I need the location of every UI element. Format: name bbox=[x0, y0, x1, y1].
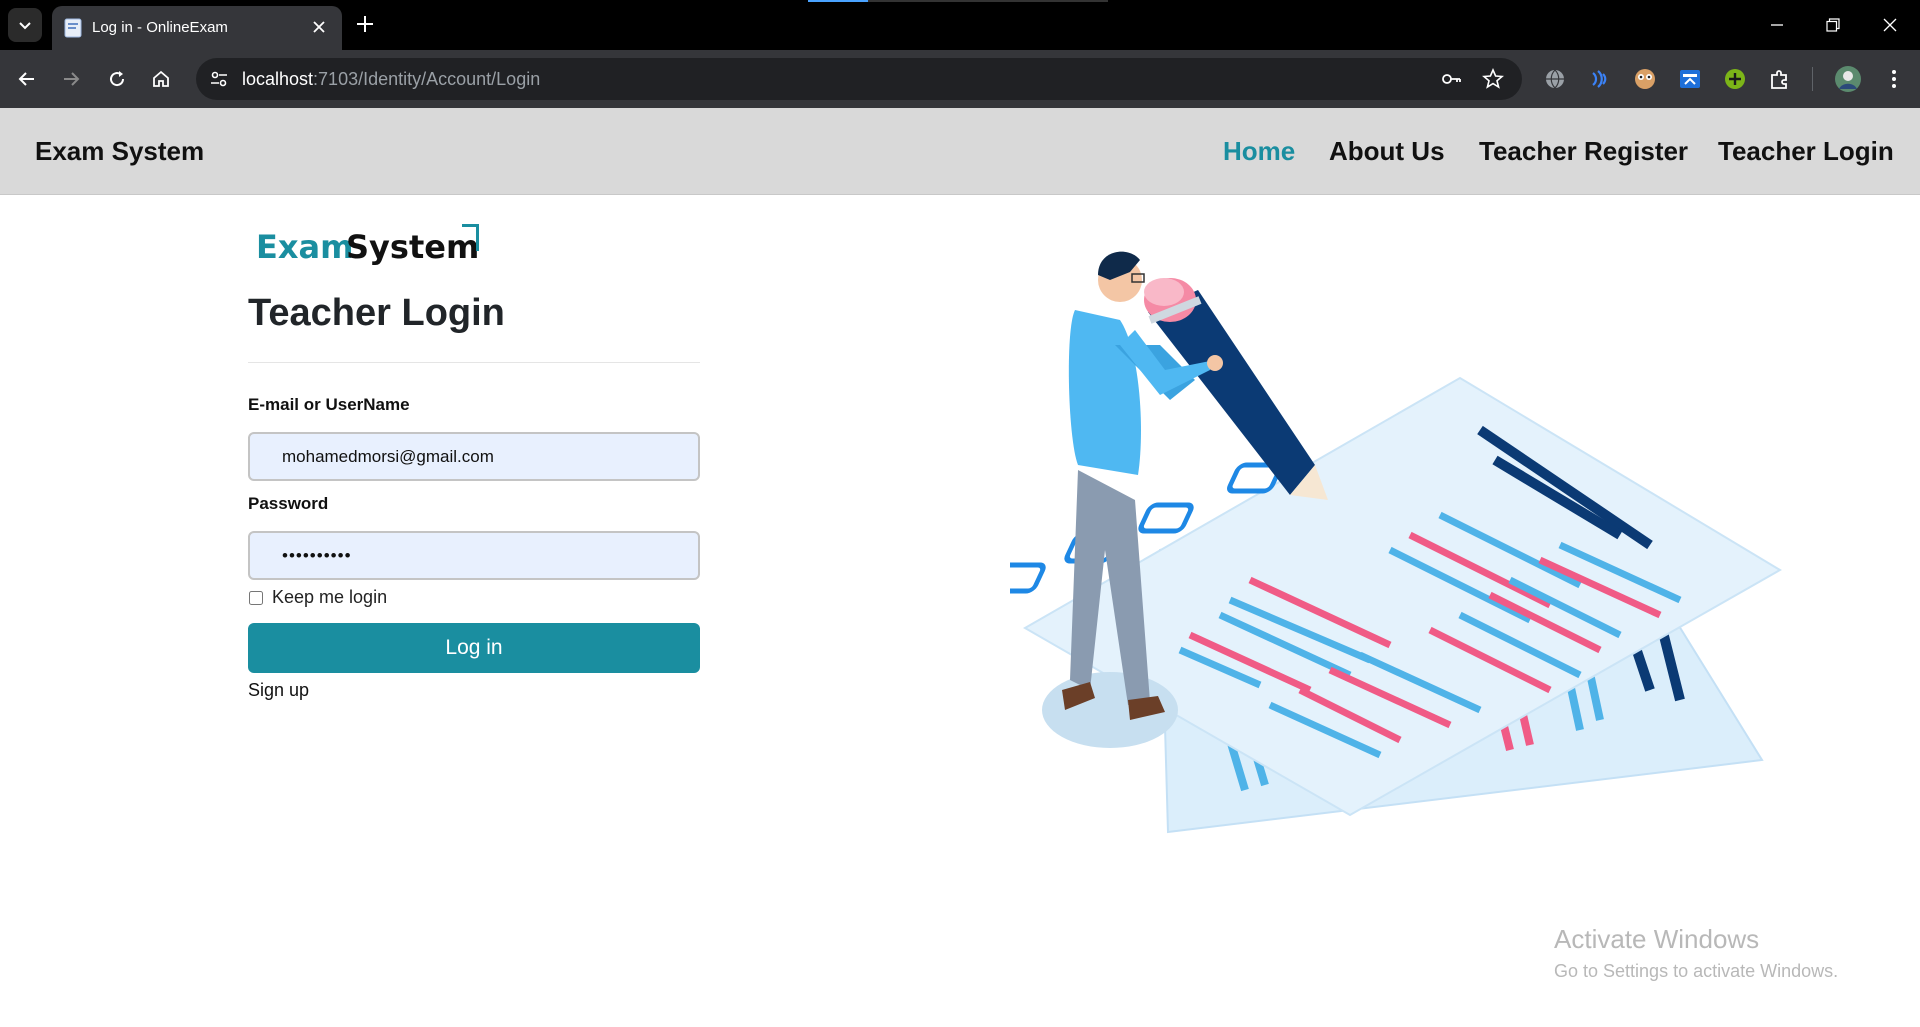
close-icon bbox=[1883, 18, 1897, 32]
restore-window-button[interactable] bbox=[1820, 12, 1846, 38]
toolbar-divider bbox=[1812, 67, 1813, 91]
password-label: Password bbox=[248, 494, 329, 513]
face-extension-icon[interactable] bbox=[1633, 67, 1657, 91]
arrow-right-icon bbox=[64, 72, 80, 86]
keep-me-login-checkbox[interactable] bbox=[249, 591, 263, 605]
keep-me-login-label[interactable]: Keep me login bbox=[272, 587, 387, 608]
logo-corner-mark bbox=[462, 224, 479, 251]
browser-tab-active[interactable]: Log in - OnlineExam bbox=[52, 6, 342, 50]
url-host: localhost bbox=[242, 69, 314, 89]
signal-extension-icon[interactable] bbox=[1588, 67, 1612, 91]
site-navbar: Exam System Home About Us Teacher Regist… bbox=[0, 108, 1920, 195]
reload-button[interactable] bbox=[102, 64, 132, 94]
loading-indicator bbox=[808, 0, 868, 2]
browser-toolbar: localhost:7103/Identity/Account/Login bbox=[0, 50, 1920, 108]
exam-illustration bbox=[1010, 251, 1782, 834]
url-path: :7103/Identity/Account/Login bbox=[313, 69, 541, 89]
exam-system-logo: Exam System bbox=[254, 222, 484, 270]
email-label: E-mail or UserName bbox=[248, 395, 410, 414]
watermark-subtitle: Go to Settings to activate Windows. bbox=[1554, 961, 1839, 981]
password-key-icon[interactable] bbox=[1440, 68, 1462, 90]
new-tab-icon[interactable] bbox=[354, 13, 376, 35]
email-field[interactable] bbox=[248, 432, 700, 481]
nav-link-teacher-register[interactable]: Teacher Register bbox=[1479, 136, 1688, 167]
home-icon bbox=[153, 70, 169, 87]
arrow-left-icon bbox=[18, 72, 34, 86]
reload-icon bbox=[110, 71, 125, 87]
globe-extension-icon[interactable] bbox=[1543, 67, 1567, 91]
password-field[interactable] bbox=[248, 531, 700, 580]
url-text: localhost:7103/Identity/Account/Login bbox=[242, 69, 540, 90]
watermark-title: Activate Windows bbox=[1554, 924, 1760, 954]
minimize-icon bbox=[1771, 24, 1783, 26]
loading-track bbox=[868, 0, 1108, 2]
bookmark-star-icon[interactable] bbox=[1482, 68, 1504, 90]
navbar-brand[interactable]: Exam System bbox=[35, 136, 204, 167]
signup-link[interactable]: Sign up bbox=[248, 680, 309, 701]
extensions-puzzle-icon[interactable] bbox=[1768, 67, 1792, 91]
forward-button[interactable] bbox=[56, 64, 86, 94]
logo-word-system: System bbox=[346, 228, 480, 266]
home-button[interactable] bbox=[146, 64, 176, 94]
screen-extension-icon[interactable] bbox=[1678, 67, 1702, 91]
close-tab-icon[interactable] bbox=[310, 18, 328, 36]
logo-word-exam: Exam bbox=[256, 228, 354, 266]
nav-link-teacher-login[interactable]: Teacher Login bbox=[1718, 136, 1894, 167]
title-divider bbox=[248, 362, 700, 363]
page-favicon-icon bbox=[64, 18, 82, 38]
minimize-window-button[interactable] bbox=[1764, 12, 1790, 38]
browser-tab-strip: Log in - OnlineExam bbox=[0, 0, 1920, 50]
restore-icon bbox=[1826, 18, 1840, 32]
menu-dots-icon[interactable] bbox=[1882, 67, 1906, 91]
nav-link-about-us[interactable]: About Us bbox=[1329, 136, 1445, 167]
add-extension-icon[interactable] bbox=[1723, 67, 1747, 91]
close-window-button[interactable] bbox=[1877, 12, 1903, 38]
profile-avatar[interactable] bbox=[1834, 65, 1862, 93]
tab-title: Log in - OnlineExam bbox=[92, 19, 228, 36]
windows-activation-watermark: Activate Windows Go to Settings to activ… bbox=[1554, 924, 1838, 982]
page-title: Teacher Login bbox=[248, 292, 505, 334]
tab-search-button[interactable] bbox=[8, 8, 42, 42]
address-bar[interactable]: localhost:7103/Identity/Account/Login bbox=[196, 58, 1522, 100]
site-info-icon[interactable] bbox=[208, 68, 230, 90]
back-button[interactable] bbox=[12, 64, 42, 94]
chevron-down-icon bbox=[19, 22, 31, 30]
nav-link-home[interactable]: Home bbox=[1223, 136, 1295, 167]
login-button[interactable]: Log in bbox=[248, 623, 700, 673]
